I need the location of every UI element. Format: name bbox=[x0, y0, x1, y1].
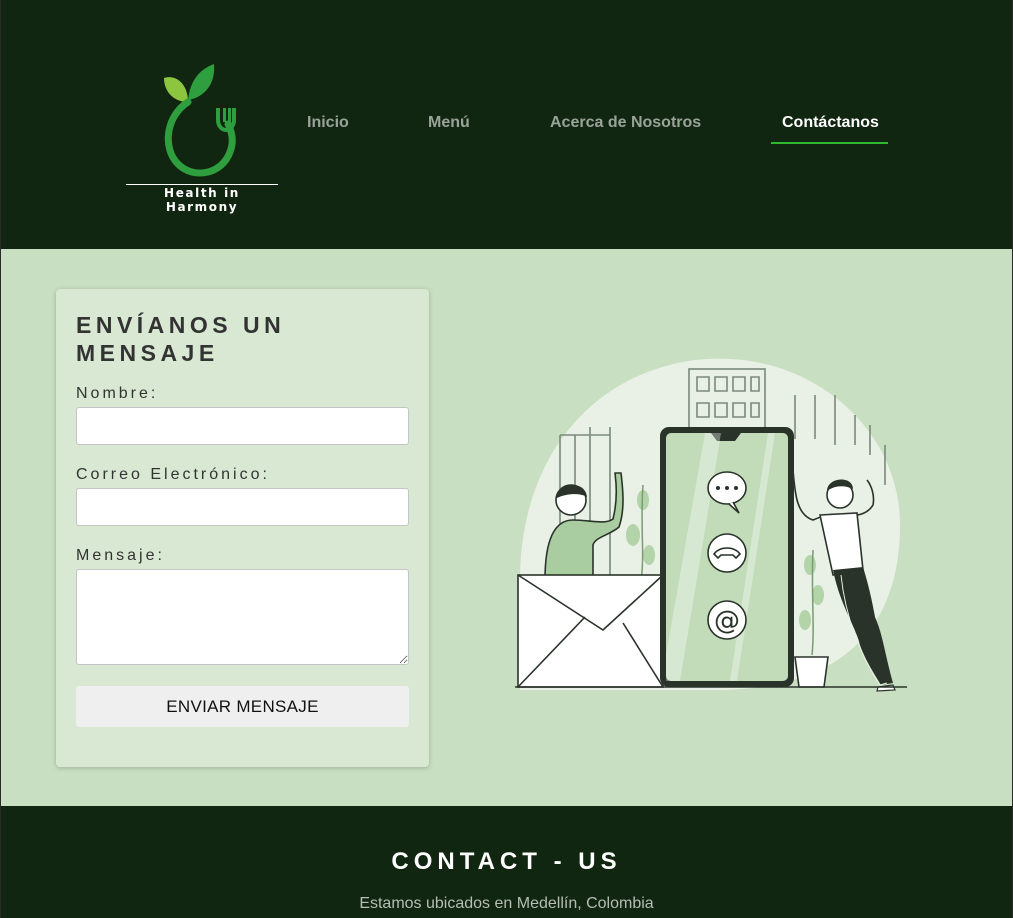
email-label: Correo Electrónico: bbox=[76, 466, 270, 483]
logo-divider bbox=[126, 184, 278, 185]
nav-item-menu[interactable]: Menú bbox=[428, 114, 470, 132]
message-label: Mensaje: bbox=[76, 547, 165, 564]
phone-icon bbox=[707, 533, 747, 573]
site-footer: CONTACT - US Estamos ubicados en Medellí… bbox=[0, 806, 1013, 918]
footer-location: Estamos ubicados en Medellín, Colombia bbox=[359, 895, 654, 912]
message-textarea[interactable] bbox=[76, 569, 409, 665]
site-header: Health in Harmony Inicio Menú Acerca de … bbox=[0, 0, 1013, 249]
contact-form-card: ENVÍANOS UN MENSAJE Nombre: Correo Elect… bbox=[56, 289, 429, 767]
form-title: ENVÍANOS UN MENSAJE bbox=[76, 312, 286, 366]
active-nav-indicator bbox=[771, 142, 888, 144]
contact-illustration: @ bbox=[515, 355, 910, 695]
footer-title: CONTACT - US bbox=[391, 848, 622, 875]
nav-item-contactanos[interactable]: Contáctanos bbox=[782, 114, 879, 132]
nav-item-acerca[interactable]: Acerca de Nosotros bbox=[550, 114, 701, 132]
nav-item-inicio[interactable]: Inicio bbox=[307, 114, 349, 132]
svg-text:@: @ bbox=[714, 606, 740, 636]
name-label: Nombre: bbox=[76, 385, 159, 402]
send-message-button[interactable]: ENVIAR MENSAJE bbox=[76, 686, 409, 727]
brand-name: Health in Harmony bbox=[164, 186, 240, 214]
email-input[interactable] bbox=[76, 488, 409, 526]
at-sign-icon: @ bbox=[707, 600, 747, 640]
name-input[interactable] bbox=[76, 407, 409, 445]
envelope-icon bbox=[517, 574, 664, 688]
